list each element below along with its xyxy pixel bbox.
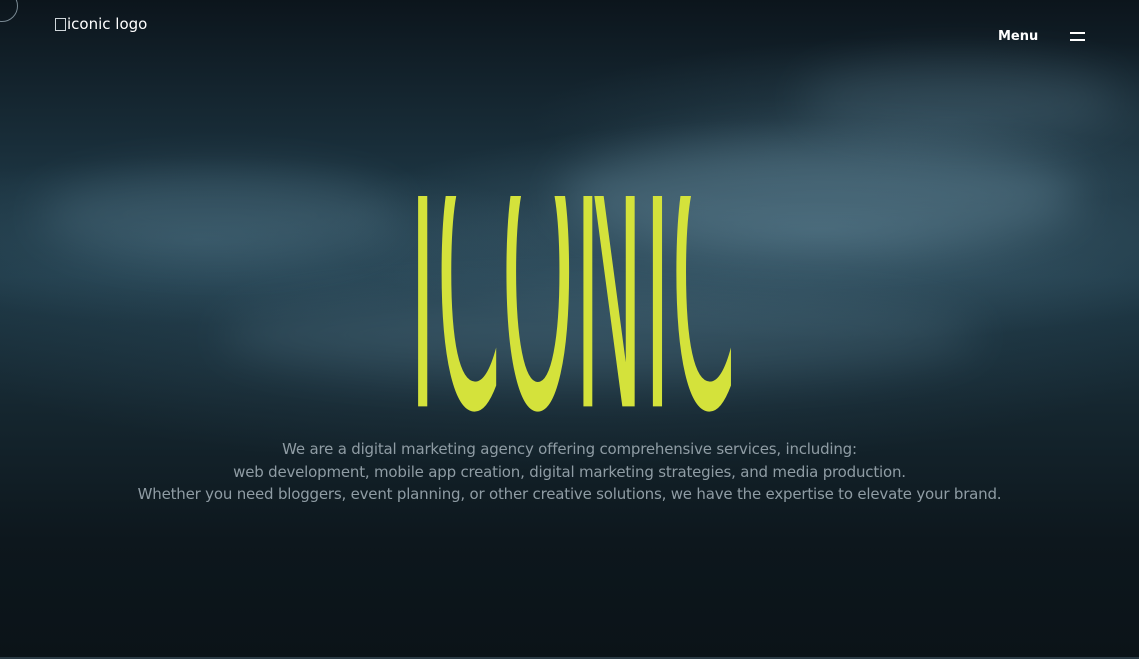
hero-tagline: We are a digital marketing agency offeri…: [0, 438, 1139, 506]
tagline-line: web development, mobile app creation, di…: [233, 462, 906, 481]
smoke-haze: [40, 170, 400, 260]
tagline-line: Whether you need bloggers, event plannin…: [137, 485, 1002, 503]
hero-title: ICONIC: [405, 196, 740, 418]
broken-image-icon: [55, 17, 66, 31]
logo-alt-text: iconic logo: [67, 15, 148, 33]
tagline-line: We are a digital marketing agency offeri…: [282, 440, 857, 458]
smoke-haze: [800, 60, 1120, 140]
hamburger-icon[interactable]: [1070, 31, 1085, 42]
hero-title-text: ICONIC: [409, 196, 736, 418]
corner-circle-decoration: [0, 0, 18, 22]
menu-button-label[interactable]: Menu: [998, 29, 1038, 44]
logo-link[interactable]: iconic logo: [55, 15, 147, 33]
hero-page: iconic logo Menu ICONIC We are a digital…: [0, 0, 1139, 659]
